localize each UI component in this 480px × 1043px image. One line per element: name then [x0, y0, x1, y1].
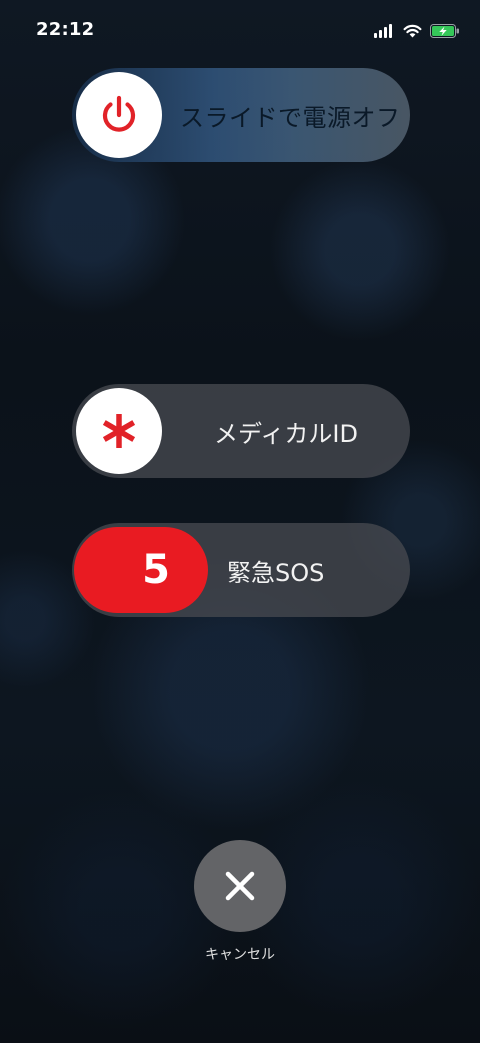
status-bar: 22:12 — [0, 0, 480, 56]
medical-id-label: メディカルID — [214, 419, 358, 448]
battery-charging-icon — [430, 24, 459, 38]
emergency-sos-slider[interactable]: 5 緊急SOS — [72, 523, 410, 617]
emergency-sos-label: 緊急SOS — [227, 558, 325, 587]
cellular-signal-icon — [374, 24, 392, 38]
medical-asterisk-icon — [102, 414, 136, 448]
medical-id-slider[interactable]: メディカルID — [72, 384, 410, 478]
status-icons — [374, 22, 460, 40]
power-icon — [102, 95, 136, 132]
sos-countdown: 5 — [142, 547, 170, 593]
power-off-label: スライドで電源オフ — [180, 103, 401, 132]
wifi-icon — [403, 24, 422, 38]
close-icon — [225, 871, 255, 901]
cancel-button[interactable] — [194, 840, 286, 932]
status-time: 22:12 — [36, 19, 95, 40]
sos-knob[interactable]: 5 — [74, 527, 208, 613]
cancel-label: キャンセル — [205, 947, 275, 963]
power-off-slider[interactable]: スライドで電源オフ — [72, 68, 410, 162]
medical-id-knob[interactable] — [76, 388, 162, 474]
power-knob[interactable] — [76, 72, 162, 158]
